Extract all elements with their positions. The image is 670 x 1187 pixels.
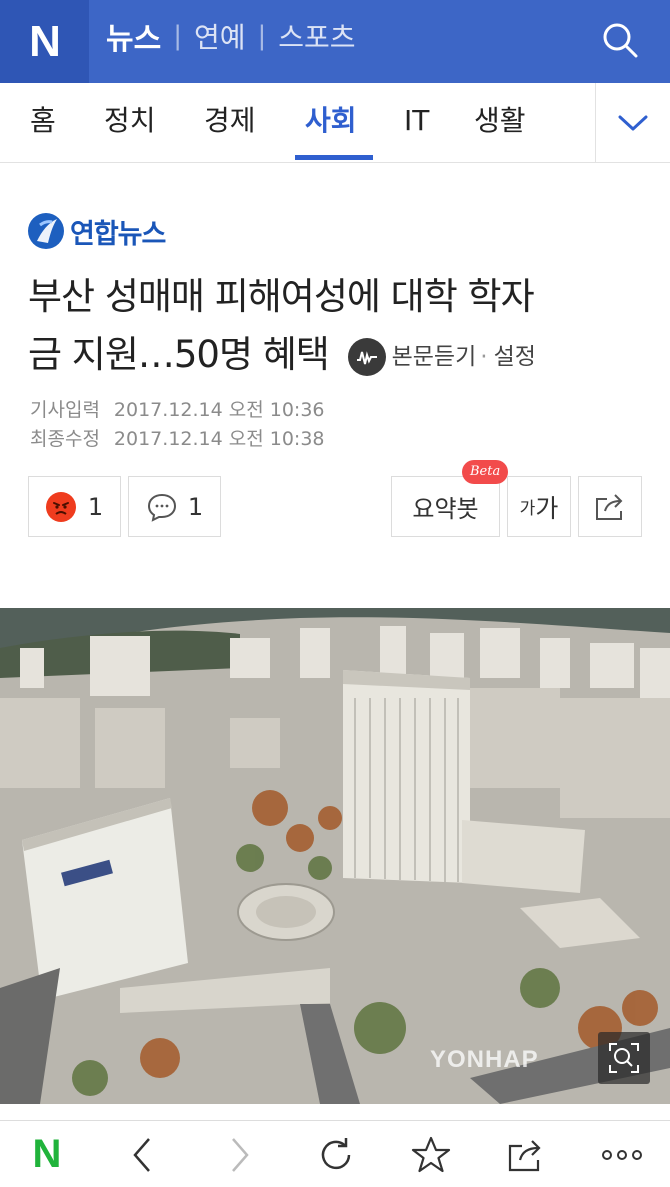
- article-photo[interactable]: [0, 608, 670, 1104]
- published-label: 기사입력: [30, 399, 100, 421]
- font-large-glyph: 가: [535, 493, 559, 523]
- tts-control: 본문듣기 · 설정: [347, 328, 536, 386]
- article-meta: 기사입력 2017.12.14 오전 10:36 최종수정 2017.12.14 오…: [30, 396, 325, 454]
- modified-time: 2017.12.14 오전 10:38: [113, 428, 325, 450]
- article-title: 부산 성매매 피해여성에 대학 학자 금 지원…50명 혜택 본문듣기 · 설정: [28, 268, 648, 386]
- tab-it[interactable]: IT: [404, 83, 429, 163]
- naver-logo[interactable]: N: [0, 0, 89, 83]
- tab-economy[interactable]: 경제: [204, 83, 256, 163]
- tab-life[interactable]: 생활: [474, 83, 526, 163]
- refresh-icon[interactable]: [306, 1121, 366, 1187]
- naver-logo-text: N: [29, 16, 61, 66]
- beta-badge: Beta: [462, 460, 509, 484]
- tts-label[interactable]: 본문듣기: [392, 328, 477, 386]
- comment-icon: [147, 493, 176, 522]
- top-header: N 뉴스 | 연예 | 스포츠: [0, 0, 670, 83]
- font-size-button[interactable]: 가가: [507, 476, 571, 537]
- chevron-down-icon: [618, 115, 648, 130]
- forward-icon[interactable]: [210, 1121, 270, 1187]
- top-nav: 뉴스 | 연예 | 스포츠: [106, 14, 356, 58]
- nav-sports[interactable]: 스포츠: [278, 16, 355, 56]
- tab-society[interactable]: 사회: [305, 83, 357, 163]
- tts-settings-link[interactable]: 설정: [494, 328, 536, 386]
- press-logo[interactable]: 연합뉴스: [28, 209, 166, 253]
- title-line-1: 부산 성매매 피해여성에 대학 학자: [28, 275, 535, 318]
- angry-face-icon: [45, 491, 76, 522]
- share-icon[interactable]: [496, 1121, 556, 1187]
- tabs-fade: [555, 83, 595, 162]
- modified-label: 최종수정: [30, 428, 100, 450]
- naver-home-glyph: N: [32, 1132, 62, 1176]
- zoom-button[interactable]: [598, 1032, 650, 1084]
- magnify-icon: [609, 1043, 639, 1073]
- nav-divider: |: [173, 21, 182, 51]
- summary-bot-button[interactable]: 요약봇: [391, 476, 500, 537]
- share-button[interactable]: [578, 476, 642, 537]
- photo-watermark: YONHAP: [430, 1046, 539, 1073]
- star-icon[interactable]: [401, 1121, 461, 1187]
- press-name: 연합뉴스: [70, 218, 166, 250]
- published-row: 기사입력 2017.12.14 오전 10:36: [30, 396, 325, 425]
- comment-button[interactable]: 1: [128, 476, 221, 537]
- nav-news[interactable]: 뉴스: [106, 14, 161, 58]
- tab-politics[interactable]: 정치: [104, 83, 156, 163]
- naver-home-icon[interactable]: N: [17, 1121, 77, 1187]
- title-line-2: 금 지원…50명 혜택 본문듣기 · 설정: [28, 326, 648, 386]
- summary-bot-label: 요약봇: [412, 495, 479, 523]
- tabs-more-button[interactable]: [595, 83, 670, 162]
- separator-dot: ·: [480, 343, 488, 370]
- nav-entertainment[interactable]: 연예: [194, 16, 246, 56]
- back-icon[interactable]: [112, 1121, 172, 1187]
- audio-listen-icon[interactable]: [347, 337, 386, 376]
- reaction-button[interactable]: 1: [28, 476, 121, 537]
- share-icon: [596, 493, 623, 520]
- more-icon[interactable]: [592, 1121, 652, 1187]
- tab-home[interactable]: 홈: [30, 83, 56, 163]
- yonhap-logo-icon: [28, 213, 64, 249]
- active-tab-indicator: [295, 155, 373, 160]
- title-line-2-text: 금 지원…50명 혜택: [28, 333, 330, 376]
- search-icon[interactable]: [600, 20, 640, 60]
- font-small-glyph: 가: [519, 499, 536, 519]
- reaction-count: 1: [87, 492, 104, 521]
- modified-row: 최종수정 2017.12.14 오전 10:38: [30, 425, 325, 454]
- comment-count: 1: [187, 492, 204, 521]
- nav-divider: |: [257, 21, 267, 51]
- bottom-toolbar: N: [0, 1120, 670, 1187]
- published-time: 2017.12.14 오전 10:36: [113, 399, 325, 421]
